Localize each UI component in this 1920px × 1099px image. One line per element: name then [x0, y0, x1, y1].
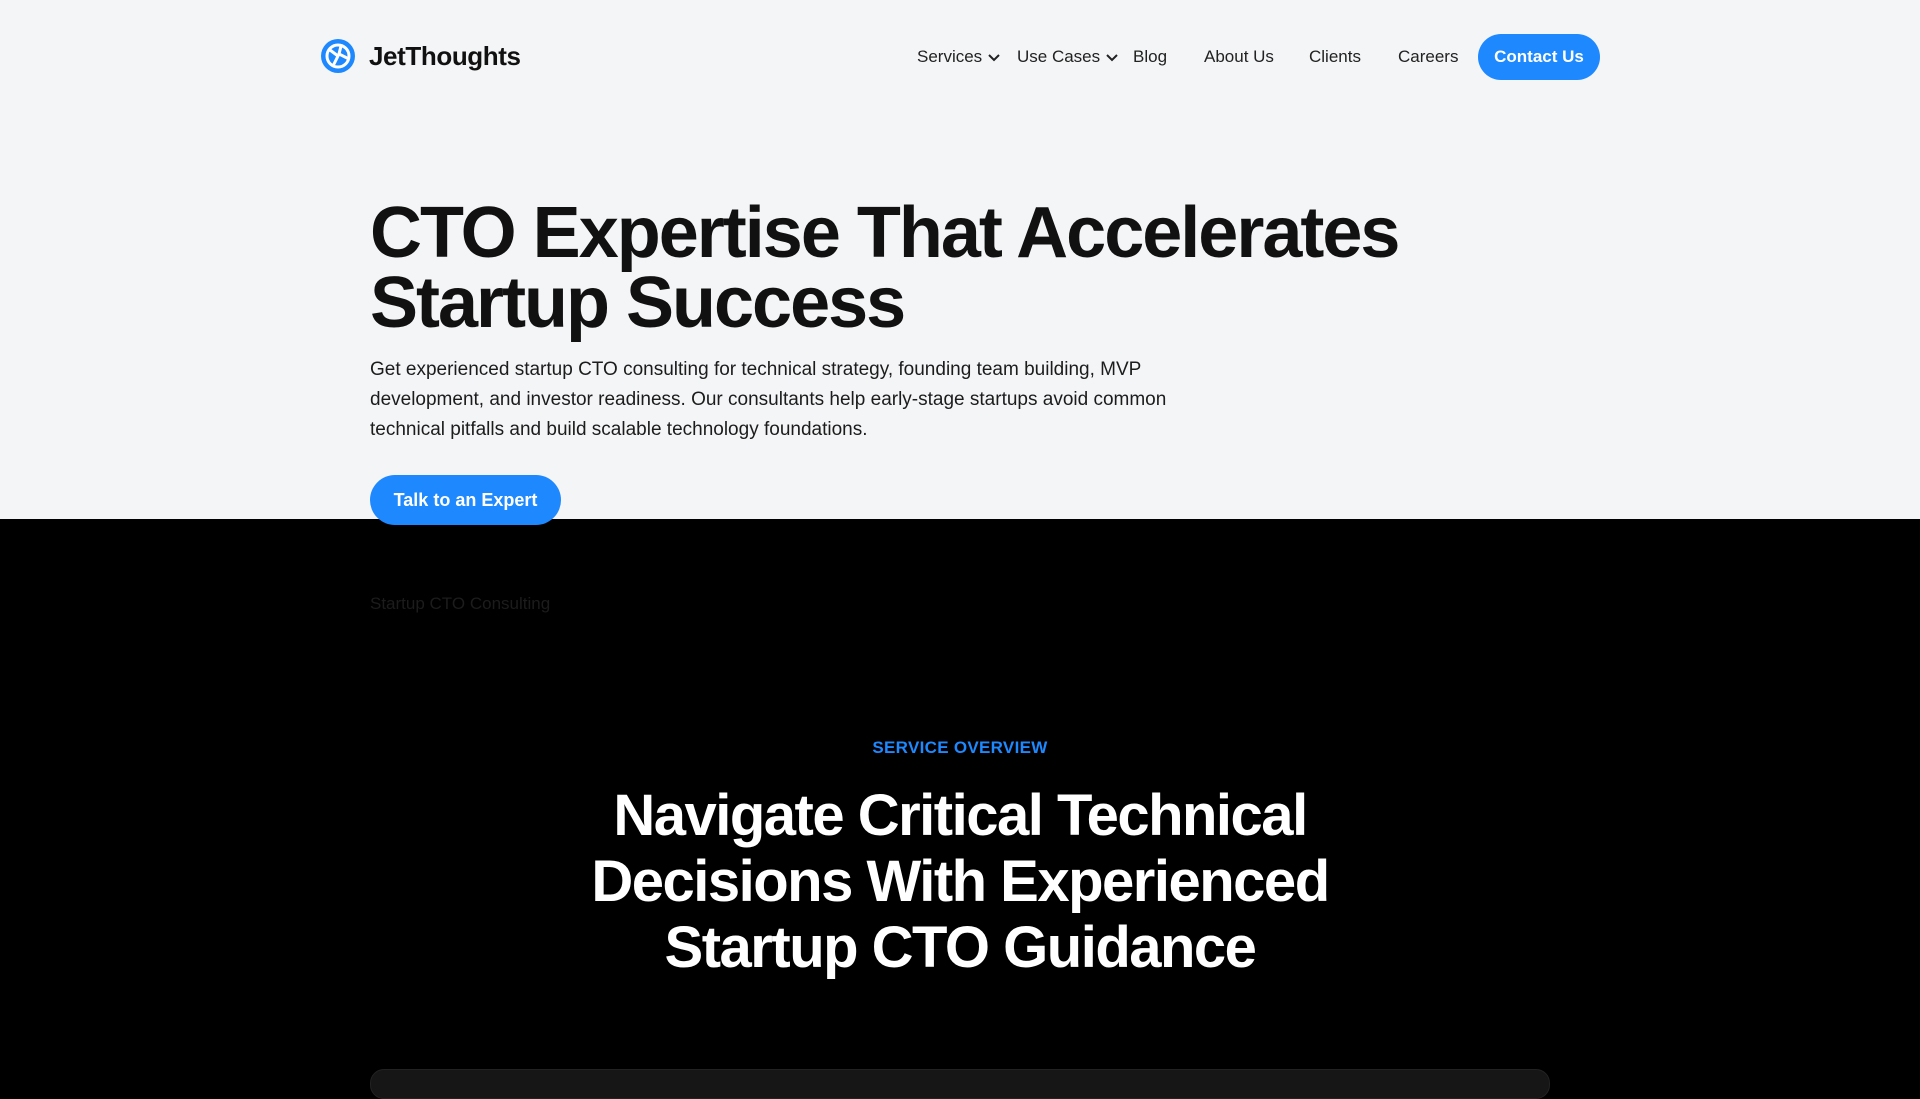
chevron-down-icon — [1106, 54, 1118, 62]
hero-title: CTO Expertise That Accelerates Startup S… — [370, 197, 1470, 339]
hero-description: Get experienced startup CTO consulting f… — [370, 359, 1167, 440]
globe-logo-icon — [321, 39, 355, 73]
nav-blog[interactable]: Blog — [1133, 46, 1167, 68]
content-card — [370, 1069, 1550, 1099]
hero-title-line2: Startup Success — [370, 263, 906, 343]
contact-us-button[interactable]: Contact Us — [1478, 34, 1600, 80]
breadcrumb-label: Startup CTO Consulting — [370, 594, 551, 613]
nav-clients[interactable]: Clients — [1309, 46, 1361, 68]
brand-name: JetThoughts — [369, 40, 521, 71]
nav-about-us[interactable]: About Us — [1204, 46, 1274, 68]
nav-careers[interactable]: Careers — [1398, 46, 1458, 68]
nav-services[interactable]: Services — [917, 46, 1002, 68]
nav-use-cases-label: Use Cases — [1017, 47, 1101, 66]
section-title: Navigate Critical Technical Decisions Wi… — [460, 783, 1460, 981]
section-title-line1: Navigate Critical Technical — [613, 783, 1308, 848]
section-title-line2: Decisions With Experienced — [591, 849, 1330, 914]
section-title-line3: Startup CTO Guidance — [664, 915, 1257, 980]
section-eyebrow: SERVICE OVERVIEW — [872, 738, 1048, 757]
brand-logo[interactable]: JetThoughts — [319, 37, 521, 75]
chevron-down-icon — [988, 54, 1000, 62]
nav-use-cases[interactable]: Use Cases — [1017, 46, 1120, 68]
talk-to-expert-button[interactable]: Talk to an Expert — [370, 475, 561, 525]
nav-services-label: Services — [917, 47, 983, 66]
hero-title-line1: CTO Expertise That Accelerates — [370, 193, 1400, 273]
